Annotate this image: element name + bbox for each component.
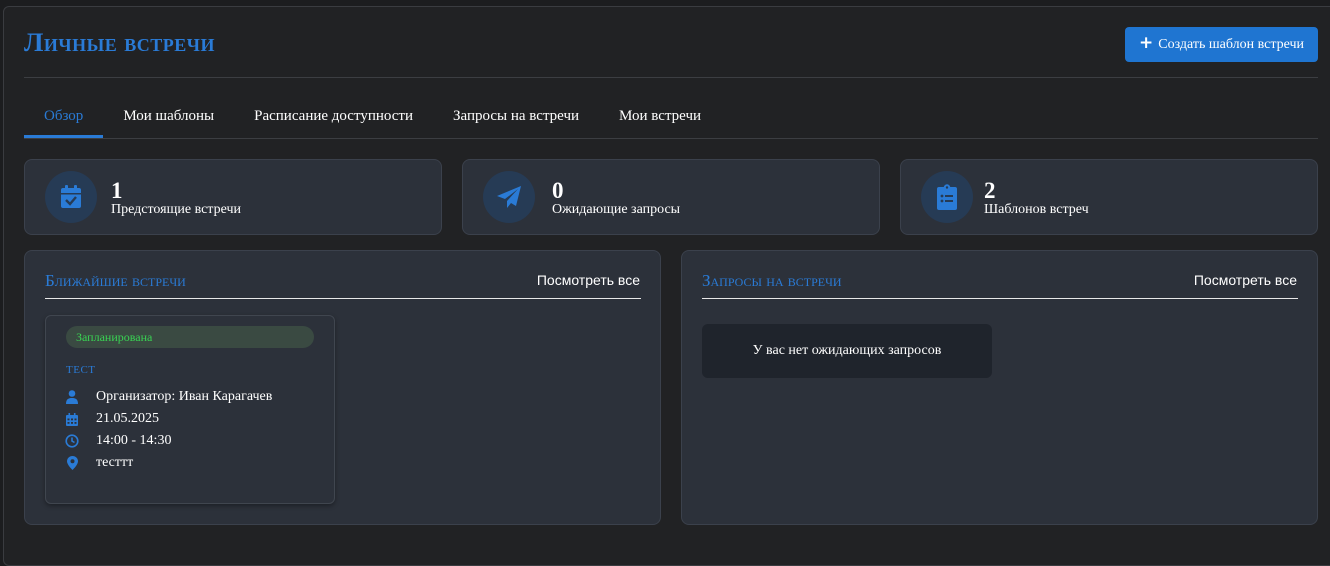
tab-availability[interactable]: Расписание доступности — [234, 100, 433, 138]
paper-plane-icon — [483, 171, 535, 223]
stat-card-templates: 2 Шаблонов встреч — [900, 159, 1318, 235]
location-text: тесттт — [96, 455, 134, 470]
stat-value: 2 — [984, 178, 996, 203]
view-all-link[interactable]: Посмотреть все — [537, 272, 640, 288]
plus-icon: + — [1138, 33, 1154, 53]
stat-label: Шаблонов встреч — [984, 202, 1089, 217]
stat-label: Ожидающие запросы — [552, 202, 681, 217]
clock-icon — [64, 433, 80, 449]
tabs-divider — [24, 138, 1318, 139]
clipboard-list-icon — [921, 171, 973, 223]
map-pin-icon — [64, 455, 80, 471]
stat-value: 0 — [552, 178, 564, 203]
user-icon — [64, 389, 80, 405]
panel-title: Запросы на встречи — [702, 271, 842, 290]
status-badge: Запланирована — [66, 326, 314, 348]
tab-overview[interactable]: Обзор — [24, 100, 104, 138]
meeting-card[interactable]: Запланирована тест Организатор: Иван Кар… — [45, 315, 335, 504]
calendar-check-icon — [45, 171, 97, 223]
empty-requests-message: У вас нет ожидающих запросов — [702, 324, 992, 378]
time-text: 14:00 - 14:30 — [96, 433, 172, 448]
organizer-text: Организатор: Иван Карагачев — [96, 389, 273, 404]
stat-value: 1 — [111, 178, 123, 203]
meeting-requests-panel: Запросы на встречи Посмотреть все У вас … — [681, 250, 1318, 525]
panel-divider — [45, 298, 641, 299]
tab-bar: Обзор Мои шаблоны Расписание доступности… — [24, 100, 721, 138]
date-row: 21.05.2025 — [64, 410, 159, 428]
stat-card-upcoming: 1 Предстоящие встречи — [24, 159, 442, 235]
create-template-button[interactable]: + Создать шаблон встречи — [1125, 27, 1318, 62]
page-title: Личные встречи — [24, 28, 215, 57]
panel-title: Ближайшие встречи — [45, 271, 186, 290]
location-row: тесттт — [64, 454, 133, 472]
meeting-title: тест — [66, 361, 96, 377]
tab-my-templates[interactable]: Мои шаблоны — [103, 100, 234, 138]
panel-divider — [702, 298, 1298, 299]
time-row: 14:00 - 14:30 — [64, 432, 171, 450]
upcoming-meetings-panel: Ближайшие встречи Посмотреть все Заплани… — [24, 250, 661, 525]
organizer-row: Организатор: Иван Карагачев — [64, 388, 272, 406]
header-divider — [24, 77, 1318, 78]
tab-meeting-requests[interactable]: Запросы на встречи — [433, 100, 599, 138]
stat-card-pending: 0 Ожидающие запросы — [462, 159, 880, 235]
date-text: 21.05.2025 — [96, 411, 159, 426]
calendar-icon — [64, 411, 80, 427]
stat-label: Предстоящие встречи — [111, 202, 241, 217]
view-all-link[interactable]: Посмотреть все — [1194, 272, 1297, 288]
tab-my-meetings[interactable]: Мои встречи — [599, 100, 721, 138]
create-template-label: Создать шаблон встречи — [1158, 36, 1305, 52]
